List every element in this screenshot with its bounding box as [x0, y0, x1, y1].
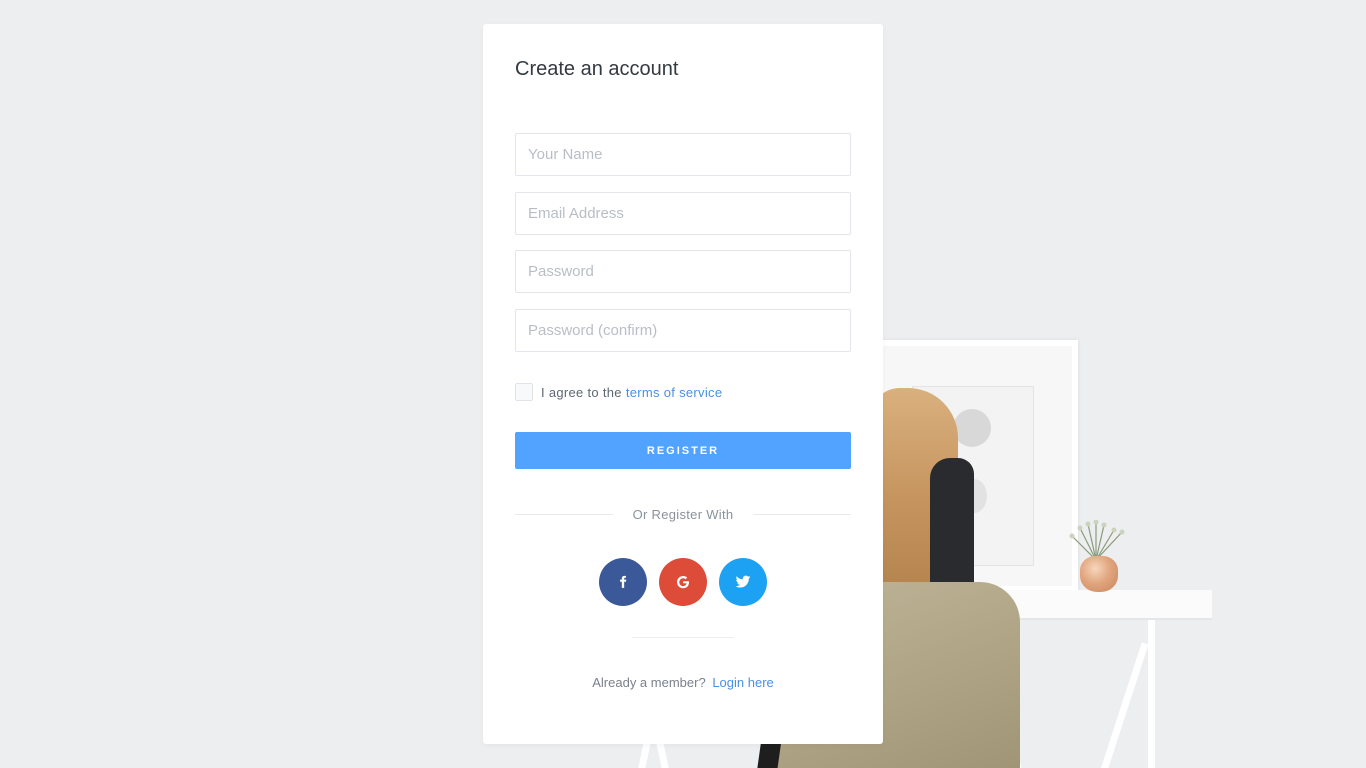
social-buttons	[599, 558, 767, 606]
already-member-label: Already a member?	[592, 675, 706, 690]
twitter-button[interactable]	[719, 558, 767, 606]
copper-vase	[1080, 556, 1118, 592]
person-shirt	[930, 458, 974, 588]
divider-line	[753, 513, 851, 515]
facebook-button[interactable]	[599, 558, 647, 606]
email-field[interactable]	[515, 192, 851, 235]
password-field[interactable]	[515, 250, 851, 293]
name-field[interactable]	[515, 133, 851, 176]
footer-divider	[632, 637, 734, 638]
terms-agreement: I agree to the terms of service	[515, 382, 722, 402]
terms-checkbox[interactable]	[515, 383, 533, 401]
desk-leg	[1148, 620, 1155, 768]
twitter-icon	[735, 575, 751, 588]
divider-line	[515, 513, 613, 515]
register-button[interactable]: REGISTER	[515, 432, 851, 469]
divider-label: Or Register With	[632, 506, 734, 522]
art-circle	[953, 409, 991, 447]
facebook-icon	[620, 575, 627, 588]
plant	[1069, 520, 1125, 560]
terms-of-service-link[interactable]: terms of service	[626, 385, 723, 400]
google-button[interactable]	[659, 558, 707, 606]
desk-leg	[1098, 642, 1149, 768]
terms-label: I agree to the	[541, 384, 622, 400]
login-prompt: Already a member? Login here	[483, 675, 883, 690]
page-title: Create an account	[515, 58, 679, 80]
password-confirm-field[interactable]	[515, 309, 851, 352]
google-icon	[677, 576, 689, 589]
register-card: Create an account I agree to the terms o…	[483, 24, 883, 744]
login-link[interactable]: Login here	[712, 675, 773, 690]
social-divider: Or Register With	[515, 504, 851, 524]
